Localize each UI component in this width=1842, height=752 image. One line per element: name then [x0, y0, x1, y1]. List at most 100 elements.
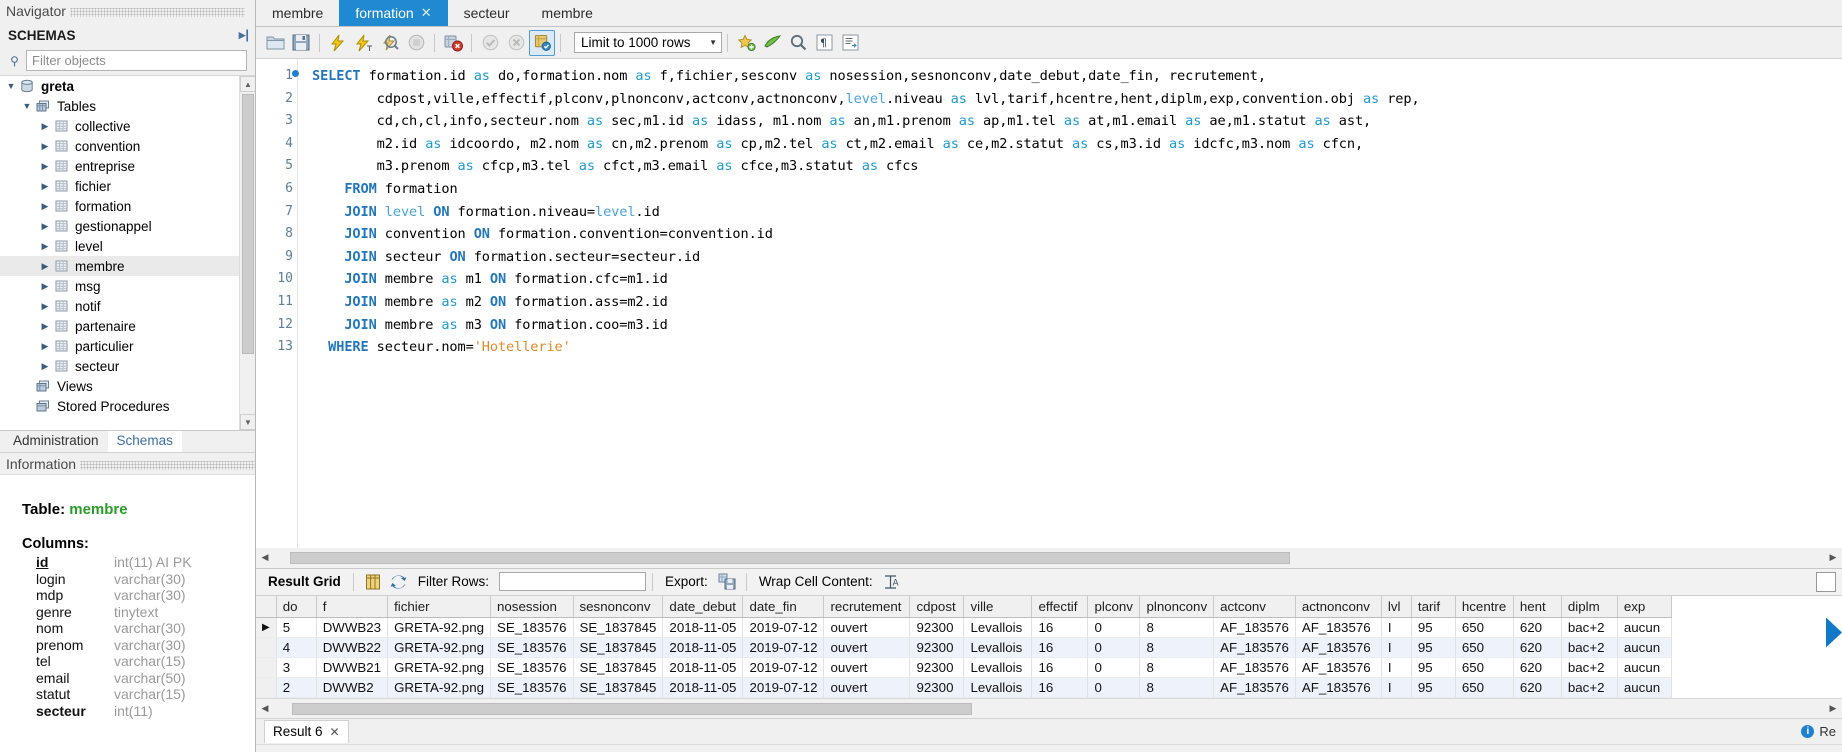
grid-column-header[interactable]: tarif	[1411, 595, 1456, 618]
row-selector-cell[interactable]	[256, 637, 277, 658]
table-row[interactable]: 2 DWWB2 GRETA-92.png SE_183576 SE_1837845 201…	[256, 677, 1672, 698]
chevron-right-icon[interactable]: ▶	[38, 141, 52, 152]
tree-node-stored-procedures[interactable]: Stored Procedures	[0, 396, 239, 416]
search-icon[interactable]	[785, 30, 811, 56]
sql-editor-area[interactable]: 1 2 3 4 5 6 7 8 9 10 11 12 13 SELECT for…	[256, 59, 1842, 548]
grid-cell[interactable]: 650	[1455, 637, 1514, 658]
grid-cell[interactable]: 8	[1139, 637, 1215, 658]
formatting-icon[interactable]: ¶	[811, 30, 837, 56]
schema-tree-scrollbar[interactable]: ▲ ▼	[239, 76, 255, 430]
grid-cell[interactable]: 2019-07-12	[742, 637, 825, 658]
sql-editor[interactable]: 1 2 3 4 5 6 7 8 9 10 11 12 13 SELECT for…	[256, 59, 1842, 569]
grid-cell[interactable]: 2019-07-12	[742, 617, 825, 638]
chevron-right-icon[interactable]: ▶	[38, 361, 52, 372]
grid-cell[interactable]: ouvert	[823, 657, 911, 678]
grid-cell[interactable]: 16	[1031, 657, 1089, 678]
grid-cell[interactable]: GRETA-92.png	[387, 617, 491, 638]
grid-cell[interactable]: 95	[1411, 617, 1456, 638]
grid-cell[interactable]: DWWB2	[316, 677, 389, 698]
grid-cell[interactable]: AF_183576	[1295, 617, 1382, 638]
chevron-right-icon[interactable]: ▶	[38, 121, 52, 132]
result-grid[interactable]: do f fichier nosession sesnonconv date_debut d…	[256, 595, 1842, 698]
grid-cell[interactable]: DWWB22	[316, 637, 389, 658]
scrollbar-thumb[interactable]	[290, 551, 1290, 564]
grid-cell[interactable]: 3	[276, 657, 317, 678]
grid-column-header[interactable]: actconv	[1213, 595, 1296, 618]
row-selector-cell[interactable]	[256, 677, 277, 698]
tab-administration[interactable]: Administration	[4, 431, 108, 452]
schema-tree[interactable]: ▼ greta ▼ Tables ▶ collective ▶ conventi…	[0, 75, 255, 430]
grid-cell[interactable]: 620	[1513, 677, 1562, 698]
chevron-right-icon[interactable]: ▶	[38, 161, 52, 172]
autocommit-icon[interactable]	[529, 29, 555, 56]
save-script-icon[interactable]	[288, 30, 314, 56]
grid-cell[interactable]: SE_1837845	[573, 637, 664, 658]
grid-cell[interactable]: Levallois	[963, 677, 1033, 698]
grid-column-header[interactable]: date_debut	[662, 595, 744, 618]
tree-node-notif[interactable]: ▶ notif	[0, 296, 239, 316]
tree-node-formation[interactable]: ▶ formation	[0, 196, 239, 216]
grid-cell[interactable]: I	[1381, 657, 1412, 678]
grid-cell[interactable]: 92300	[909, 677, 965, 698]
tree-node-greta[interactable]: ▼ greta	[0, 76, 239, 96]
grid-cell[interactable]: 5	[276, 617, 317, 638]
grid-cell[interactable]: 2019-07-12	[742, 677, 825, 698]
grid-cell[interactable]: bac+2	[1561, 617, 1618, 638]
scroll-down-button[interactable]: ▼	[240, 414, 255, 430]
grid-cell[interactable]: 92300	[909, 617, 965, 638]
grid-column-header[interactable]: actnonconv	[1295, 595, 1382, 618]
execute-icon[interactable]	[325, 30, 351, 56]
grid-cell[interactable]: SE_1837845	[573, 617, 664, 638]
grid-cell[interactable]: Levallois	[963, 637, 1033, 658]
grid-column-header[interactable]: fichier	[387, 595, 491, 618]
toggle-stop-on-error-icon[interactable]	[440, 30, 466, 56]
grid-cell[interactable]: 16	[1031, 617, 1089, 638]
grid-cell[interactable]: 2018-11-05	[662, 657, 744, 678]
grid-cell[interactable]: 4	[276, 637, 317, 658]
grid-cell[interactable]: 650	[1455, 657, 1514, 678]
tree-node-particulier[interactable]: ▶ particulier	[0, 336, 239, 356]
grid-cell[interactable]: 92300	[909, 637, 965, 658]
grid-cell[interactable]: AF_183576	[1213, 657, 1296, 678]
export-icon[interactable]	[714, 569, 740, 595]
grid-column-header[interactable]: diplm	[1561, 595, 1618, 618]
filter-rows-input[interactable]	[499, 572, 647, 591]
grid-cell[interactable]: AF_183576	[1213, 617, 1296, 638]
explain-icon[interactable]	[377, 30, 403, 56]
chevron-right-icon[interactable]: ▶	[38, 341, 52, 352]
grid-cell[interactable]: 92300	[909, 657, 965, 678]
tree-node-membre[interactable]: ▶ membre	[0, 256, 239, 276]
grid-cell[interactable]: SE_1837845	[573, 657, 664, 678]
tree-node-entreprise[interactable]: ▶ entreprise	[0, 156, 239, 176]
scrollbar-track[interactable]	[274, 702, 1824, 716]
scrollbar-thumb[interactable]	[242, 94, 254, 354]
chevron-down-icon[interactable]: ▼	[20, 101, 34, 111]
chevron-down-icon[interactable]: ▼	[4, 81, 18, 91]
chevron-right-icon[interactable]: ▶	[38, 201, 52, 212]
tree-node-convention[interactable]: ▶ convention	[0, 136, 239, 156]
close-icon[interactable]: ✕	[330, 725, 340, 739]
tab-schemas[interactable]: Schemas	[107, 431, 182, 452]
grid-cell[interactable]: SE_183576	[490, 617, 574, 638]
grid-cell[interactable]: GRETA-92.png	[387, 677, 491, 698]
panel-toggle-icon[interactable]	[1816, 571, 1836, 592]
scroll-right-button[interactable]: ▶	[1824, 700, 1842, 718]
grid-cell[interactable]: 8	[1139, 677, 1215, 698]
grid-cell[interactable]: Levallois	[963, 657, 1033, 678]
wrap-cell-icon[interactable]: A	[879, 569, 905, 595]
grid-column-header[interactable]: hent	[1513, 595, 1562, 618]
grid-cell[interactable]: DWWB21	[316, 657, 389, 678]
row-selector-cell[interactable]	[256, 657, 277, 678]
grid-cell[interactable]: Levallois	[963, 617, 1033, 638]
grid-cell[interactable]: ouvert	[823, 677, 911, 698]
refresh-icon[interactable]	[386, 569, 412, 595]
beautify-icon[interactable]	[733, 30, 759, 56]
editor-horizontal-scrollbar[interactable]: ◀ ▶	[256, 547, 1842, 568]
grid-cell[interactable]: 16	[1031, 637, 1089, 658]
scroll-right-button[interactable]: ▶	[1824, 549, 1842, 567]
grid-column-header[interactable]: recrutement	[823, 595, 911, 618]
scrollbar-thumb[interactable]	[292, 702, 972, 715]
grid-cell[interactable]: bac+2	[1561, 657, 1618, 678]
chevron-right-icon[interactable]: ▶	[38, 261, 52, 272]
snippets-icon[interactable]	[837, 30, 863, 56]
